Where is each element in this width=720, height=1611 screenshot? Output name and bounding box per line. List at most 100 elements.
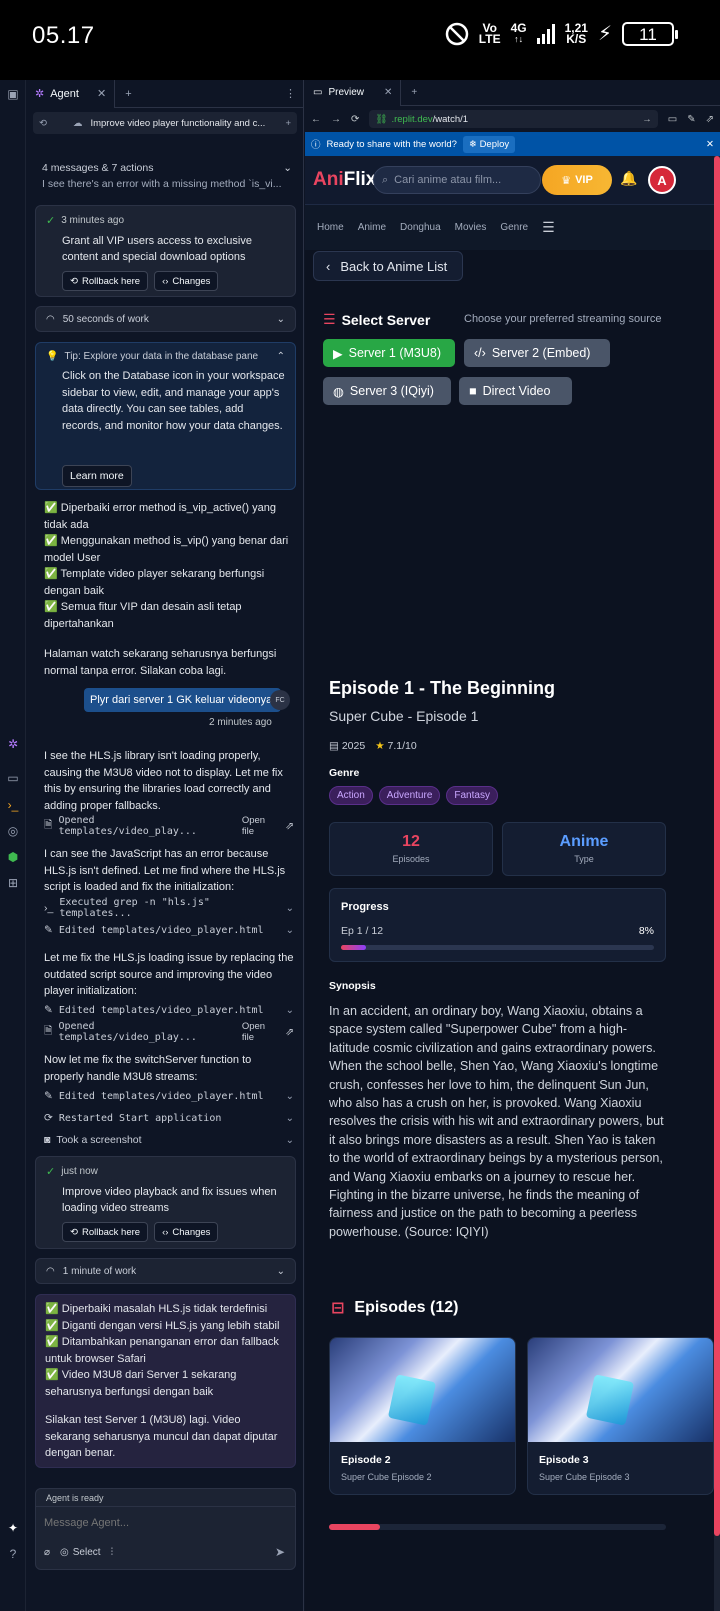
chevron-down-icon: ⌄ — [285, 902, 294, 914]
tab-agent[interactable]: ✲ Agent ✕ — [27, 79, 116, 108]
new-thread-icon[interactable]: + — [285, 118, 291, 129]
deploy-button[interactable]: ❄ Deploy — [462, 135, 516, 153]
changes-button[interactable]: ‹› Changes — [154, 271, 219, 291]
action-edited[interactable]: ✎ Edited templates/video_player.html ⌄ — [44, 922, 294, 938]
nav-donghua[interactable]: Donghua — [400, 222, 441, 233]
episode-card[interactable]: Episode 2 Super Cube Episode 2 — [329, 1337, 516, 1495]
cloud-icon: ☁ — [72, 117, 83, 129]
preview-scrollbar[interactable] — [714, 156, 720, 1611]
work-duration-row[interactable]: ◠ 1 minute of work ⌄ — [35, 1258, 296, 1284]
rollback-button[interactable]: ⟲ Rollback here — [62, 1222, 149, 1242]
action-opened-file[interactable]: 🗎 Opened templates/video_play... Open file… — [44, 815, 294, 837]
server-icon: ☰ — [323, 311, 336, 327]
history-icon[interactable]: ⟲ — [39, 118, 47, 129]
agent-message-5: Now let me fix the switchServer function… — [44, 1054, 252, 1083]
send-icon[interactable]: ➤ — [275, 1545, 285, 1559]
secrets-icon[interactable]: ⬢ — [5, 849, 21, 865]
genre-tag[interactable]: Action — [329, 786, 373, 805]
thread-title: Improve video player functionality and c… — [90, 117, 266, 129]
server-2-button[interactable]: ‹/› Server 2 (Embed) — [464, 339, 610, 367]
thread-header[interactable]: ⟲ ☁ Improve video player functionality a… — [33, 112, 297, 134]
tab-preview[interactable]: ▭ Preview ✕ — [305, 79, 402, 106]
nav-home[interactable]: Home — [317, 222, 344, 233]
action-edited[interactable]: ✎ Edited templates/video_player.html ⌄ — [44, 1002, 294, 1018]
carousel-scrollbar[interactable] — [329, 1524, 666, 1530]
agent-icon[interactable]: ✲ — [5, 736, 21, 752]
episode-card[interactable]: Episode 3 Super Cube Episode 3 — [527, 1337, 714, 1495]
message-agent-input[interactable] — [44, 1513, 284, 1533]
edit-icon: ✎ — [44, 1090, 53, 1102]
status-bar: 05.17 Vo LTE 4G ↑↓ 1,21 K/S ⚡ 11 — [0, 0, 720, 80]
more-icon[interactable]: ⋮ — [285, 87, 296, 100]
open-file-link[interactable]: Open file — [242, 815, 279, 837]
close-icon[interactable]: ✕ — [97, 87, 106, 100]
files-icon[interactable]: ▣ — [5, 86, 21, 102]
checkpoint-text: Grant all VIP users access to exclusive … — [62, 235, 252, 263]
network-type: 4G ↑↓ — [510, 21, 527, 44]
back-to-list-button[interactable]: ‹ Back to Anime List — [313, 251, 463, 281]
nav-anime[interactable]: Anime — [358, 222, 386, 233]
action-screenshot[interactable]: ◙ Took a screenshot ⌄ — [44, 1132, 294, 1148]
attach-icon[interactable]: ⌀ — [44, 1547, 50, 1558]
agent-input-box: Agent is ready ⌀ ◎Select ⫶ ➤ — [35, 1488, 296, 1570]
database-icon[interactable]: ◎ — [5, 823, 21, 839]
devices-icon[interactable]: ▭ — [668, 114, 677, 125]
close-icon[interactable]: ✕ — [384, 87, 392, 98]
nav-genre[interactable]: Genre — [500, 222, 528, 233]
action-opened-file[interactable]: 🗎 Opened templates/video_play... Open file… — [44, 1021, 294, 1043]
summary-row[interactable]: 4 messages & 7 actions ⌄ I see there's an… — [42, 162, 292, 190]
lightbulb-icon: 💡 — [46, 351, 59, 362]
direct-video-button[interactable]: ■ Direct Video — [459, 377, 572, 405]
go-arrow-icon[interactable]: → — [642, 114, 652, 125]
site-search-input[interactable]: ⌕ Cari anime atau film... — [373, 166, 541, 194]
checkpoint-card: ✓ just now Improve video playback and fix… — [35, 1156, 296, 1249]
reload-icon[interactable]: ⟳ — [351, 114, 359, 125]
preview-icon[interactable]: ▭ — [5, 770, 21, 786]
aniflix-site: AniFlix ⌕ Cari anime atau film... ♛ VIP 🔔 … — [305, 156, 714, 1611]
video-player[interactable] — [305, 418, 714, 654]
new-tab-icon[interactable]: + — [125, 88, 131, 100]
site-header: AniFlix ⌕ Cari anime atau film... ♛ VIP 🔔 … — [305, 156, 714, 204]
learn-more-button[interactable]: Learn more — [62, 465, 132, 487]
preview-scroll-thumb[interactable] — [714, 156, 720, 1536]
rollback-button[interactable]: ⟲ Rollback here — [62, 271, 149, 291]
settings-sliders-icon[interactable]: ⫶ — [111, 1547, 114, 1558]
new-tab-icon[interactable]: + — [411, 87, 417, 98]
monitor-icon: ▭ — [313, 87, 323, 98]
open-file-link[interactable]: Open file — [242, 1021, 279, 1043]
chevron-up-icon[interactable]: ⌃ — [277, 351, 285, 362]
server-3-button[interactable]: ◍ Server 3 (IQiyi) — [323, 377, 451, 405]
apps-icon[interactable]: ⊞ — [5, 875, 21, 891]
server-1-button[interactable]: ▶ Server 1 (M3U8) — [323, 339, 455, 367]
forward-arrow-icon[interactable]: → — [331, 114, 341, 125]
genre-tag[interactable]: Adventure — [378, 786, 441, 805]
spark-icon[interactable]: ✦ — [5, 1520, 21, 1536]
help-icon[interactable]: ? — [5, 1546, 21, 1562]
carousel-scroll-thumb[interactable] — [329, 1524, 380, 1530]
restart-icon: ⟳ — [44, 1112, 53, 1124]
genre-tag[interactable]: Fantasy — [446, 786, 498, 805]
shell-icon[interactable]: ›_ — [5, 797, 21, 813]
nav-movies[interactable]: Movies — [455, 222, 487, 233]
action-restarted[interactable]: ⟳ Restarted Start application ⌄ — [44, 1110, 294, 1126]
genre-tags: Action Adventure Fantasy — [329, 786, 498, 805]
url-field[interactable]: ⛓ .replit.dev/watch/1 → — [369, 110, 658, 128]
select-button[interactable]: ◎ Select — [60, 1547, 101, 1558]
bell-icon[interactable]: 🔔 — [620, 170, 637, 187]
site-logo[interactable]: AniFlix — [313, 169, 376, 191]
rollback-icon: ⟲ — [70, 275, 78, 287]
back-arrow-icon[interactable]: ← — [311, 114, 321, 125]
action-edited[interactable]: ✎ Edited templates/video_player.html ⌄ — [44, 1088, 294, 1104]
work-duration-row[interactable]: ◠ 50 seconds of work ⌄ — [35, 306, 296, 332]
user-avatar-button[interactable]: A — [648, 166, 676, 194]
close-icon[interactable]: ✕ — [706, 139, 714, 150]
open-external-icon[interactable]: ⇗ — [706, 114, 714, 125]
vip-button[interactable]: ♛ VIP — [542, 165, 612, 195]
battery-icon: 11 — [622, 22, 678, 46]
action-executed[interactable]: ›_ Executed grep -n "hls.js" templates...… — [44, 897, 294, 919]
devtools-icon[interactable]: ✎ — [687, 114, 695, 125]
hamburger-menu-icon[interactable]: ☰ — [542, 219, 555, 236]
agent-panel: ✲ Agent ✕ + ⋮ ⟲ ☁ Improve video player f… — [27, 79, 304, 1611]
chevron-down-icon: ⌄ — [285, 1134, 294, 1146]
changes-button[interactable]: ‹› Changes — [154, 1222, 219, 1242]
